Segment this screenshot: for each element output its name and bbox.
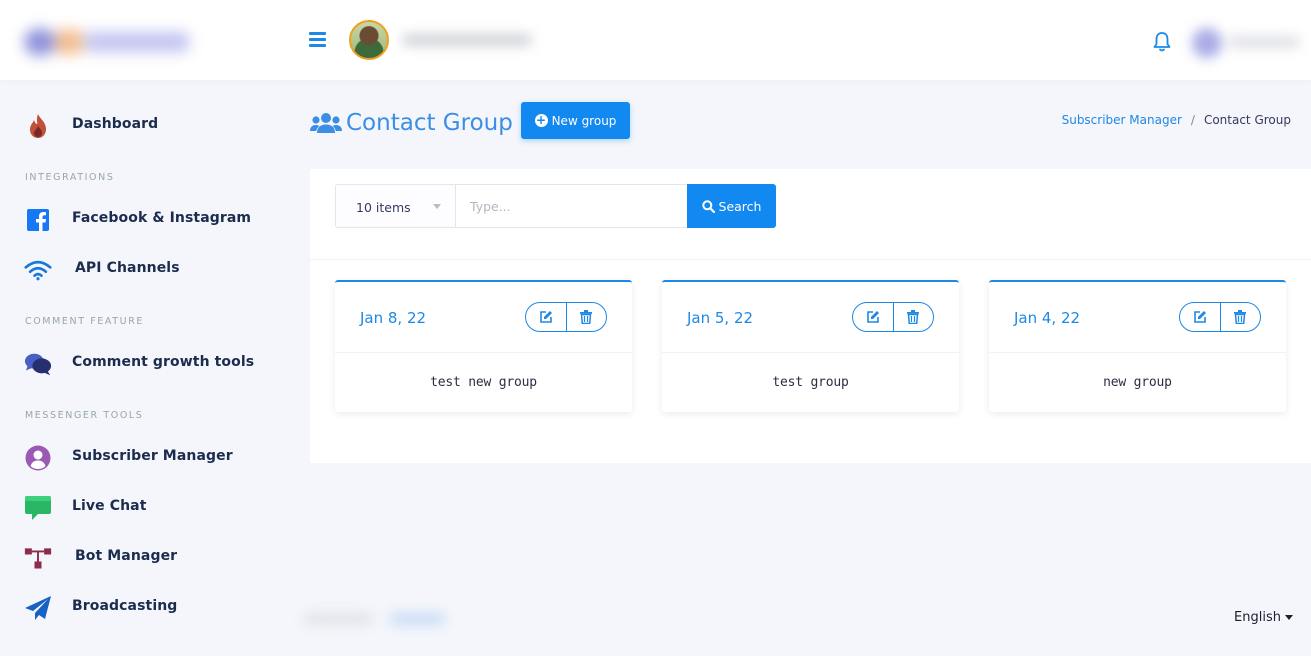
sidebar-item-facebook-instagram[interactable]: Facebook & Instagram: [0, 199, 290, 239]
users-icon: [310, 113, 342, 133]
sidebar-item-dashboard[interactable]: Dashboard: [0, 105, 290, 145]
trash-icon: [580, 310, 593, 324]
delete-button[interactable]: [892, 303, 933, 331]
breadcrumb: Subscriber Manager / Contact Group: [1062, 113, 1291, 127]
user-profile-menu[interactable]: [1182, 12, 1311, 74]
search-input[interactable]: [455, 184, 688, 228]
chat-bubble-icon: [24, 494, 52, 522]
delete-button[interactable]: [565, 303, 606, 331]
sidebar-item-label: Subscriber Manager: [72, 448, 233, 464]
account-name[interactable]: [392, 26, 542, 54]
group-actions: [1179, 302, 1261, 332]
group-card: Jan 8, 22 test new group: [335, 280, 632, 412]
trash-icon: [907, 310, 920, 324]
sidebar-item-label: Comment growth tools: [72, 354, 255, 370]
trash-icon: [1234, 310, 1247, 324]
sidebar-item-bot-manager[interactable]: Bot Manager: [0, 537, 290, 577]
group-card: Jan 4, 22 new group: [989, 280, 1286, 412]
sidebar-item-label: Bot Manager: [75, 548, 178, 564]
brand-logo[interactable]: [20, 22, 195, 62]
sidebar-item-label: Live Chat: [72, 498, 147, 514]
edit-icon: [1194, 311, 1206, 323]
bell-icon[interactable]: [1152, 31, 1172, 53]
items-per-page-select[interactable]: 10 items: [335, 184, 455, 228]
sidebar-item-label: Facebook & Instagram: [72, 210, 252, 226]
group-actions: [525, 302, 607, 332]
group-name: test group: [772, 375, 849, 390]
edit-icon: [867, 311, 879, 323]
chevron-down-icon: [433, 204, 441, 209]
delete-button[interactable]: [1219, 303, 1260, 331]
new-group-button[interactable]: + New group: [521, 102, 630, 139]
search-button[interactable]: Search: [687, 184, 776, 228]
sidebar-item-broadcasting[interactable]: Broadcasting: [0, 587, 290, 627]
language-dropdown[interactable]: English: [1234, 610, 1293, 625]
divider: [989, 352, 1286, 353]
edit-button[interactable]: [853, 303, 893, 331]
section-title-integrations: INTEGRATIONS: [25, 172, 115, 183]
group-date: Jan 4, 22: [1014, 309, 1081, 327]
sidebar-item-label: Broadcasting: [72, 598, 178, 614]
page-title: Contact Group: [346, 110, 513, 136]
wifi-icon: [24, 256, 52, 284]
section-title-comment-feature: COMMENT FEATURE: [25, 316, 145, 327]
footer-copyright: [295, 604, 455, 634]
chevron-down-icon: [1285, 615, 1293, 620]
group-name: test new group: [430, 375, 537, 390]
page-header: Contact Group: [310, 106, 513, 140]
divider: [335, 352, 632, 353]
avatar[interactable]: [349, 20, 389, 60]
search-button-label: Search: [718, 198, 762, 214]
sidebar-item-comment-growth-tools[interactable]: Comment growth tools: [0, 343, 290, 383]
sidebar: Dashboard INTEGRATIONS Facebook & Instag…: [0, 80, 290, 656]
plus-circle-icon: +: [534, 113, 548, 127]
edit-button[interactable]: [1180, 303, 1220, 331]
sidebar-item-live-chat[interactable]: Live Chat: [0, 487, 290, 527]
new-group-button-label: New group: [551, 113, 617, 128]
divider: [662, 352, 959, 353]
top-navbar: [0, 0, 1311, 80]
fire-icon: [24, 112, 52, 140]
edit-icon: [540, 311, 552, 323]
paper-plane-icon: [24, 594, 52, 622]
language-label: English: [1234, 610, 1281, 625]
breadcrumb-link-subscriber-manager[interactable]: Subscriber Manager: [1062, 113, 1182, 127]
group-card: Jan 5, 22 test group: [662, 280, 959, 412]
breadcrumb-current: Contact Group: [1203, 113, 1291, 127]
group-date: Jan 8, 22: [360, 309, 427, 327]
hamburger-icon[interactable]: [309, 32, 326, 48]
user-circle-icon: [24, 444, 52, 472]
edit-button[interactable]: [526, 303, 566, 331]
group-name: new group: [1103, 375, 1172, 390]
group-actions: [852, 302, 934, 332]
sidebar-item-label: API Channels: [75, 260, 180, 276]
comments-icon: [24, 350, 52, 378]
sitemap-icon: [24, 544, 52, 572]
divider: [310, 259, 1311, 260]
section-title-messenger-tools: MESSENGER TOOLS: [25, 410, 144, 421]
search-icon: [701, 199, 715, 213]
breadcrumb-separator: /: [1190, 113, 1195, 127]
sidebar-item-subscriber-manager[interactable]: Subscriber Manager: [0, 437, 290, 477]
group-date: Jan 5, 22: [687, 309, 754, 327]
contact-group-card: 10 items Search Jan 8, 22 test new group…: [310, 169, 1311, 463]
facebook-icon: [24, 206, 52, 234]
items-per-page-value: 10 items: [356, 200, 411, 215]
sidebar-item-label: Dashboard: [72, 116, 159, 132]
sidebar-item-api-channels[interactable]: API Channels: [0, 249, 290, 289]
